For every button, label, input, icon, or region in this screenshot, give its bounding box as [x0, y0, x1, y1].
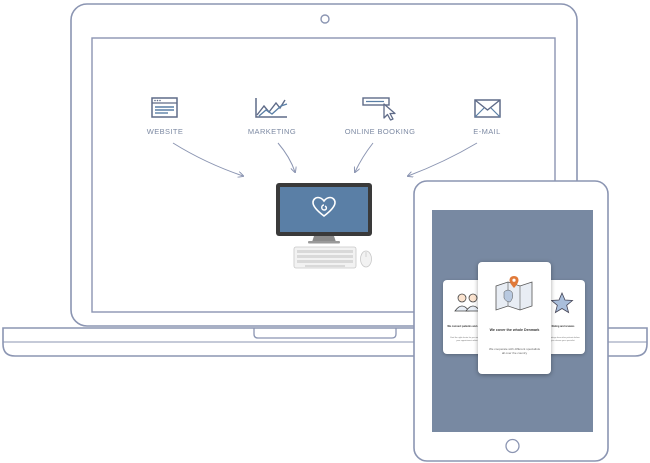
card-center: We cover the whole Denmark We cooperate …: [478, 262, 551, 374]
arrow-website: [172, 142, 243, 176]
arrow-marketing: [277, 142, 295, 172]
star-icon: [550, 291, 574, 314]
card-center-body: We cooperate with different specialists …: [488, 347, 541, 355]
heart-logo-icon: [312, 196, 336, 218]
tablet-home-button: [505, 438, 520, 454]
arrow-email: [408, 142, 478, 176]
map-pin-icon: [495, 276, 533, 311]
card-center-title: We cover the whole Denmark: [489, 328, 540, 332]
arrow-online-booking: [355, 142, 374, 172]
